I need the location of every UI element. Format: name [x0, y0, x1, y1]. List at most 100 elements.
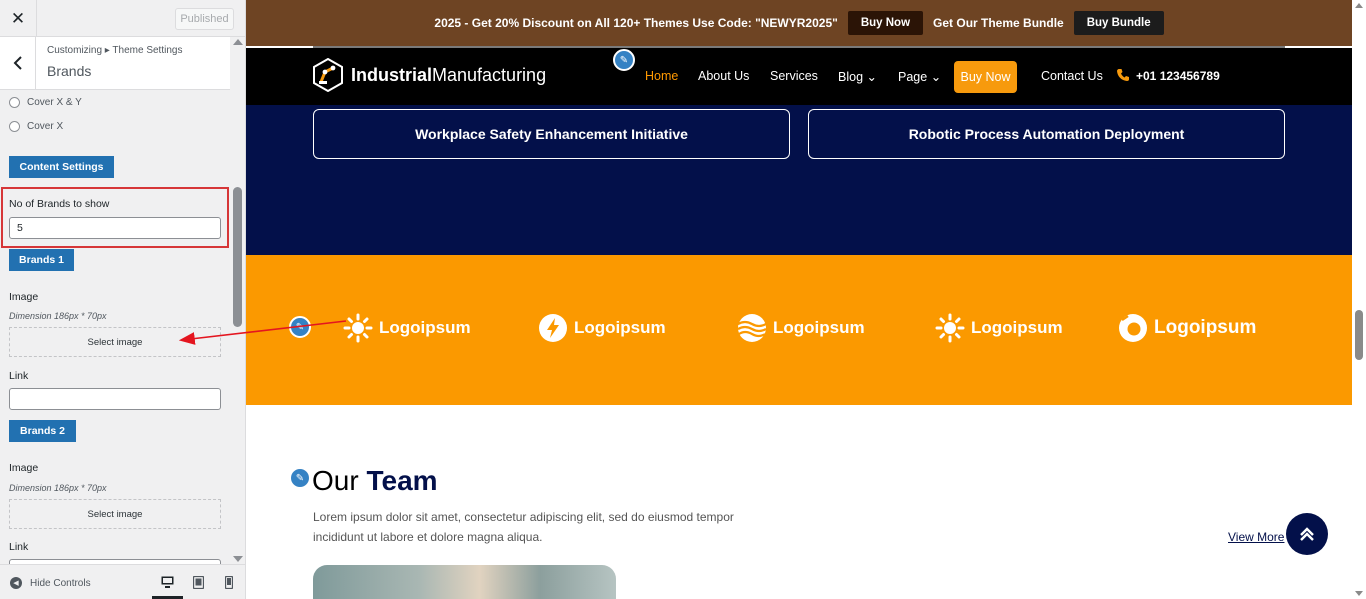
close-customizer-button[interactable]: ✕ [0, 0, 37, 37]
mobile-icon [225, 575, 233, 589]
published-button[interactable]: Published [175, 8, 234, 30]
double-chevron-up-icon [1300, 527, 1314, 541]
nav-services[interactable]: Services [770, 69, 818, 83]
brand-name: Logoipsum [574, 318, 666, 337]
desktop-icon [161, 576, 173, 588]
nav-phone-number[interactable]: +01 123456789 [1136, 69, 1220, 83]
site-preview: 2025 - Get 20% Discount on All 120+ Them… [246, 0, 1352, 599]
team-member-image [313, 565, 616, 599]
brand-2-image-label: Image [9, 462, 39, 474]
nav-blog-label: Blog [838, 70, 864, 84]
team-heading-light: Our [312, 465, 359, 496]
phone-icon [1117, 69, 1129, 81]
project-pill-1[interactable]: Workplace Safety Enhancement Initiative [313, 109, 790, 159]
brand-2-select-image-button[interactable]: Select image [9, 499, 221, 529]
nav-page-label: Page [898, 70, 928, 84]
customizer-footer: ◀ Hide Controls [0, 564, 245, 599]
topbar-buy-now-button[interactable]: Buy Now [847, 11, 924, 35]
nav-page[interactable]: Page ⌄ [898, 69, 941, 84]
back-button[interactable] [0, 37, 36, 89]
promo-text: 2025 - Get 20% Discount on All 120+ Them… [434, 16, 838, 30]
logo-text-regular: Manufacturing [432, 64, 547, 85]
brands-1-button[interactable]: Brands 1 [9, 249, 74, 271]
ring-icon [1119, 314, 1147, 342]
logo-text: IndustrialManufacturing [351, 65, 546, 86]
brand-1-dimension: Dimension 186px * 70px [9, 311, 107, 321]
scroll-down-arrow-icon[interactable] [233, 556, 243, 562]
scrollbar-thumb[interactable] [233, 187, 242, 327]
nav-contact-us[interactable]: Contact Us [1041, 69, 1103, 83]
chevron-down-icon: ⌄ [866, 70, 877, 84]
collapse-icon: ◀ [10, 577, 22, 589]
chevron-left-icon [13, 56, 22, 70]
team-description: Lorem ipsum dolor sit amet, consectetur … [313, 510, 734, 544]
brand-logo-4[interactable]: Logoipsum [935, 313, 1063, 343]
no-of-brands-label: No of Brands to show [9, 198, 110, 210]
edit-shortcut-pencil-icon[interactable]: ✎ [289, 316, 311, 338]
radio-label: Cover X [27, 121, 64, 132]
brand-2-link-label: Link [9, 541, 29, 553]
site-navbar: IndustrialManufacturing ✎ Home About Us … [246, 48, 1352, 105]
radio-button[interactable] [9, 121, 20, 132]
edit-shortcut-pencil-icon[interactable]: ✎ [289, 467, 311, 489]
scroll-up-arrow-icon[interactable] [233, 39, 243, 45]
mobile-preview-button[interactable] [222, 575, 236, 589]
brand-1-select-image-button[interactable]: Select image [9, 327, 221, 357]
promo-topbar: 2025 - Get 20% Discount on All 120+ Them… [246, 0, 1352, 46]
window-scrollbar[interactable] [1352, 0, 1366, 599]
team-section: ✎ Our Team Lorem ipsum dolor sit amet, c… [246, 405, 1352, 599]
hide-controls-button[interactable]: ◀ Hide Controls [10, 577, 91, 589]
no-of-brands-input[interactable] [9, 217, 221, 239]
section-title: Brands [47, 63, 92, 79]
brand-1-link-input[interactable] [9, 388, 221, 410]
scrollbar-thumb[interactable] [1355, 310, 1363, 360]
buy-bundle-button[interactable]: Buy Bundle [1073, 11, 1164, 35]
scroll-down-arrow-icon[interactable] [1355, 591, 1363, 596]
brand-1-link-label: Link [9, 370, 29, 382]
nav-buy-now-button[interactable]: Buy Now [954, 61, 1017, 93]
sun-icon [343, 313, 373, 343]
scroll-up-arrow-icon[interactable] [1355, 3, 1363, 8]
brands-section: ✎ Logoipsum Logoipsum Logoipsum Logoipsu… [246, 255, 1352, 405]
tablet-icon [192, 575, 204, 589]
section-header: Customizing ▸ Theme Settings Brands [0, 37, 230, 90]
nav-home[interactable]: Home [645, 69, 678, 83]
nav-about-us[interactable]: About Us [698, 69, 749, 83]
logo-text-bold: Industrial [351, 64, 433, 85]
brand-name: Logoipsum [1154, 317, 1257, 338]
bolt-icon [539, 314, 567, 342]
brand-name: Logoipsum [379, 318, 471, 337]
brand-name: Logoipsum [773, 318, 865, 337]
radio-label: Cover X & Y [27, 97, 82, 108]
brand-logo-3[interactable]: Logoipsum [737, 313, 865, 343]
desktop-preview-button[interactable] [160, 575, 174, 589]
chevron-down-icon: ⌄ [930, 70, 942, 84]
brand-logo-1[interactable]: Logoipsum [343, 313, 471, 343]
brand-2-dimension: Dimension 186px * 70px [9, 483, 107, 493]
brand-logo-2[interactable]: Logoipsum [538, 313, 666, 343]
hide-controls-label: Hide Controls [30, 577, 91, 589]
brand-1-image-label: Image [9, 291, 39, 303]
brands-2-button[interactable]: Brands 2 [9, 420, 76, 442]
sun-icon [935, 313, 965, 343]
site-logo[interactable]: IndustrialManufacturing [313, 58, 546, 92]
close-icon: ✕ [10, 8, 26, 28]
sidebar-scrollbar[interactable] [230, 37, 245, 564]
back-to-top-button[interactable] [1286, 513, 1328, 555]
brand-logo-5[interactable]: Logoipsum [1118, 313, 1256, 343]
radio-cover-x[interactable]: Cover X [9, 121, 63, 132]
radio-cover-xy[interactable]: Cover X & Y [9, 97, 82, 108]
content-settings-button[interactable]: Content Settings [9, 156, 114, 178]
tablet-preview-button[interactable] [191, 575, 205, 589]
customizer-sidebar: ✕ Published Customizing ▸ Theme Settings… [0, 0, 246, 599]
nav-blog[interactable]: Blog ⌄ [838, 69, 877, 84]
robot-arm-logo-icon [313, 58, 343, 92]
project-pill-2[interactable]: Robotic Process Automation Deployment [808, 109, 1285, 159]
customizer-header-bar: ✕ Published [0, 0, 245, 37]
team-heading-bold: Team [366, 465, 438, 496]
radio-button[interactable] [9, 97, 20, 108]
team-heading: Our Team [312, 465, 438, 497]
breadcrumb: Customizing ▸ Theme Settings [47, 45, 183, 56]
view-more-link[interactable]: View More [1228, 530, 1284, 544]
edit-shortcut-pencil-icon[interactable]: ✎ [613, 49, 635, 71]
